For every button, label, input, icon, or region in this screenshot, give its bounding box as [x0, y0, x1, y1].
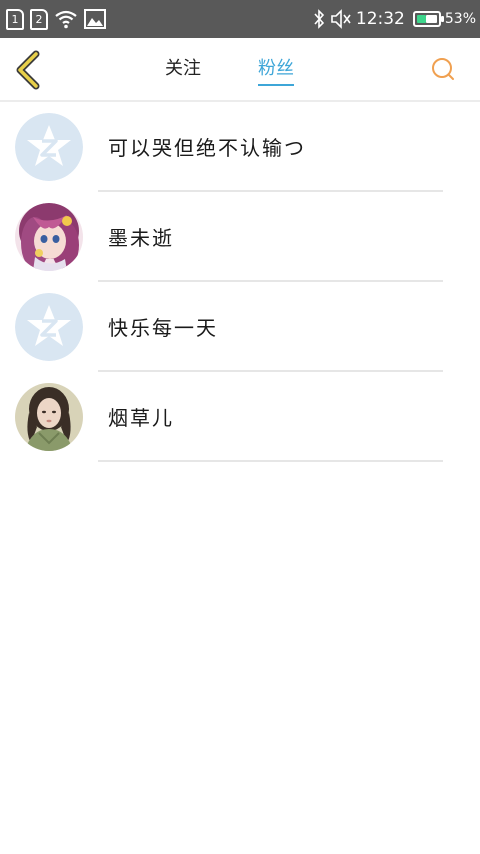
fan-name: 墨未逝 [108, 226, 174, 250]
list-item[interactable]: 墨未逝 [0, 192, 480, 282]
fan-name: 快乐每一天 [108, 316, 218, 340]
header-bar: 关注 粉丝 [0, 38, 480, 102]
status-time: 12:32 [355, 9, 405, 29]
battery-percent: 53% [444, 11, 476, 27]
fan-name: 烟草儿 [108, 406, 174, 430]
photo-girl-avatar [15, 383, 83, 451]
fans-list: 可以哭但绝不认输つ 墨未逝 快乐每一天 烟草儿 [0, 102, 480, 462]
status-bar: 1 2 12:32 53% [0, 0, 480, 38]
mute-icon [331, 9, 351, 29]
fan-name: 可以哭但绝不认输つ [108, 136, 306, 160]
list-item[interactable]: 烟草儿 [0, 372, 480, 462]
divider [98, 460, 443, 462]
default-qq-avatar [15, 293, 83, 361]
list-item[interactable]: 可以哭但绝不认输つ [0, 102, 480, 192]
image-icon [84, 9, 106, 29]
sim2-icon: 2 [30, 8, 48, 30]
anime-girl-avatar [15, 203, 83, 271]
wifi-icon [55, 10, 77, 29]
chevron-left-icon [16, 50, 40, 90]
search-button[interactable] [430, 56, 458, 84]
back-button[interactable] [12, 50, 48, 90]
battery-icon [412, 11, 444, 27]
tab-fans[interactable]: 粉丝 [258, 56, 294, 86]
default-qq-avatar [15, 113, 83, 181]
search-icon [432, 58, 454, 80]
sim1-icon: 1 [6, 8, 24, 30]
bluetooth-icon [314, 9, 324, 29]
tab-following[interactable]: 关注 [165, 56, 201, 86]
list-item[interactable]: 快乐每一天 [0, 282, 480, 372]
